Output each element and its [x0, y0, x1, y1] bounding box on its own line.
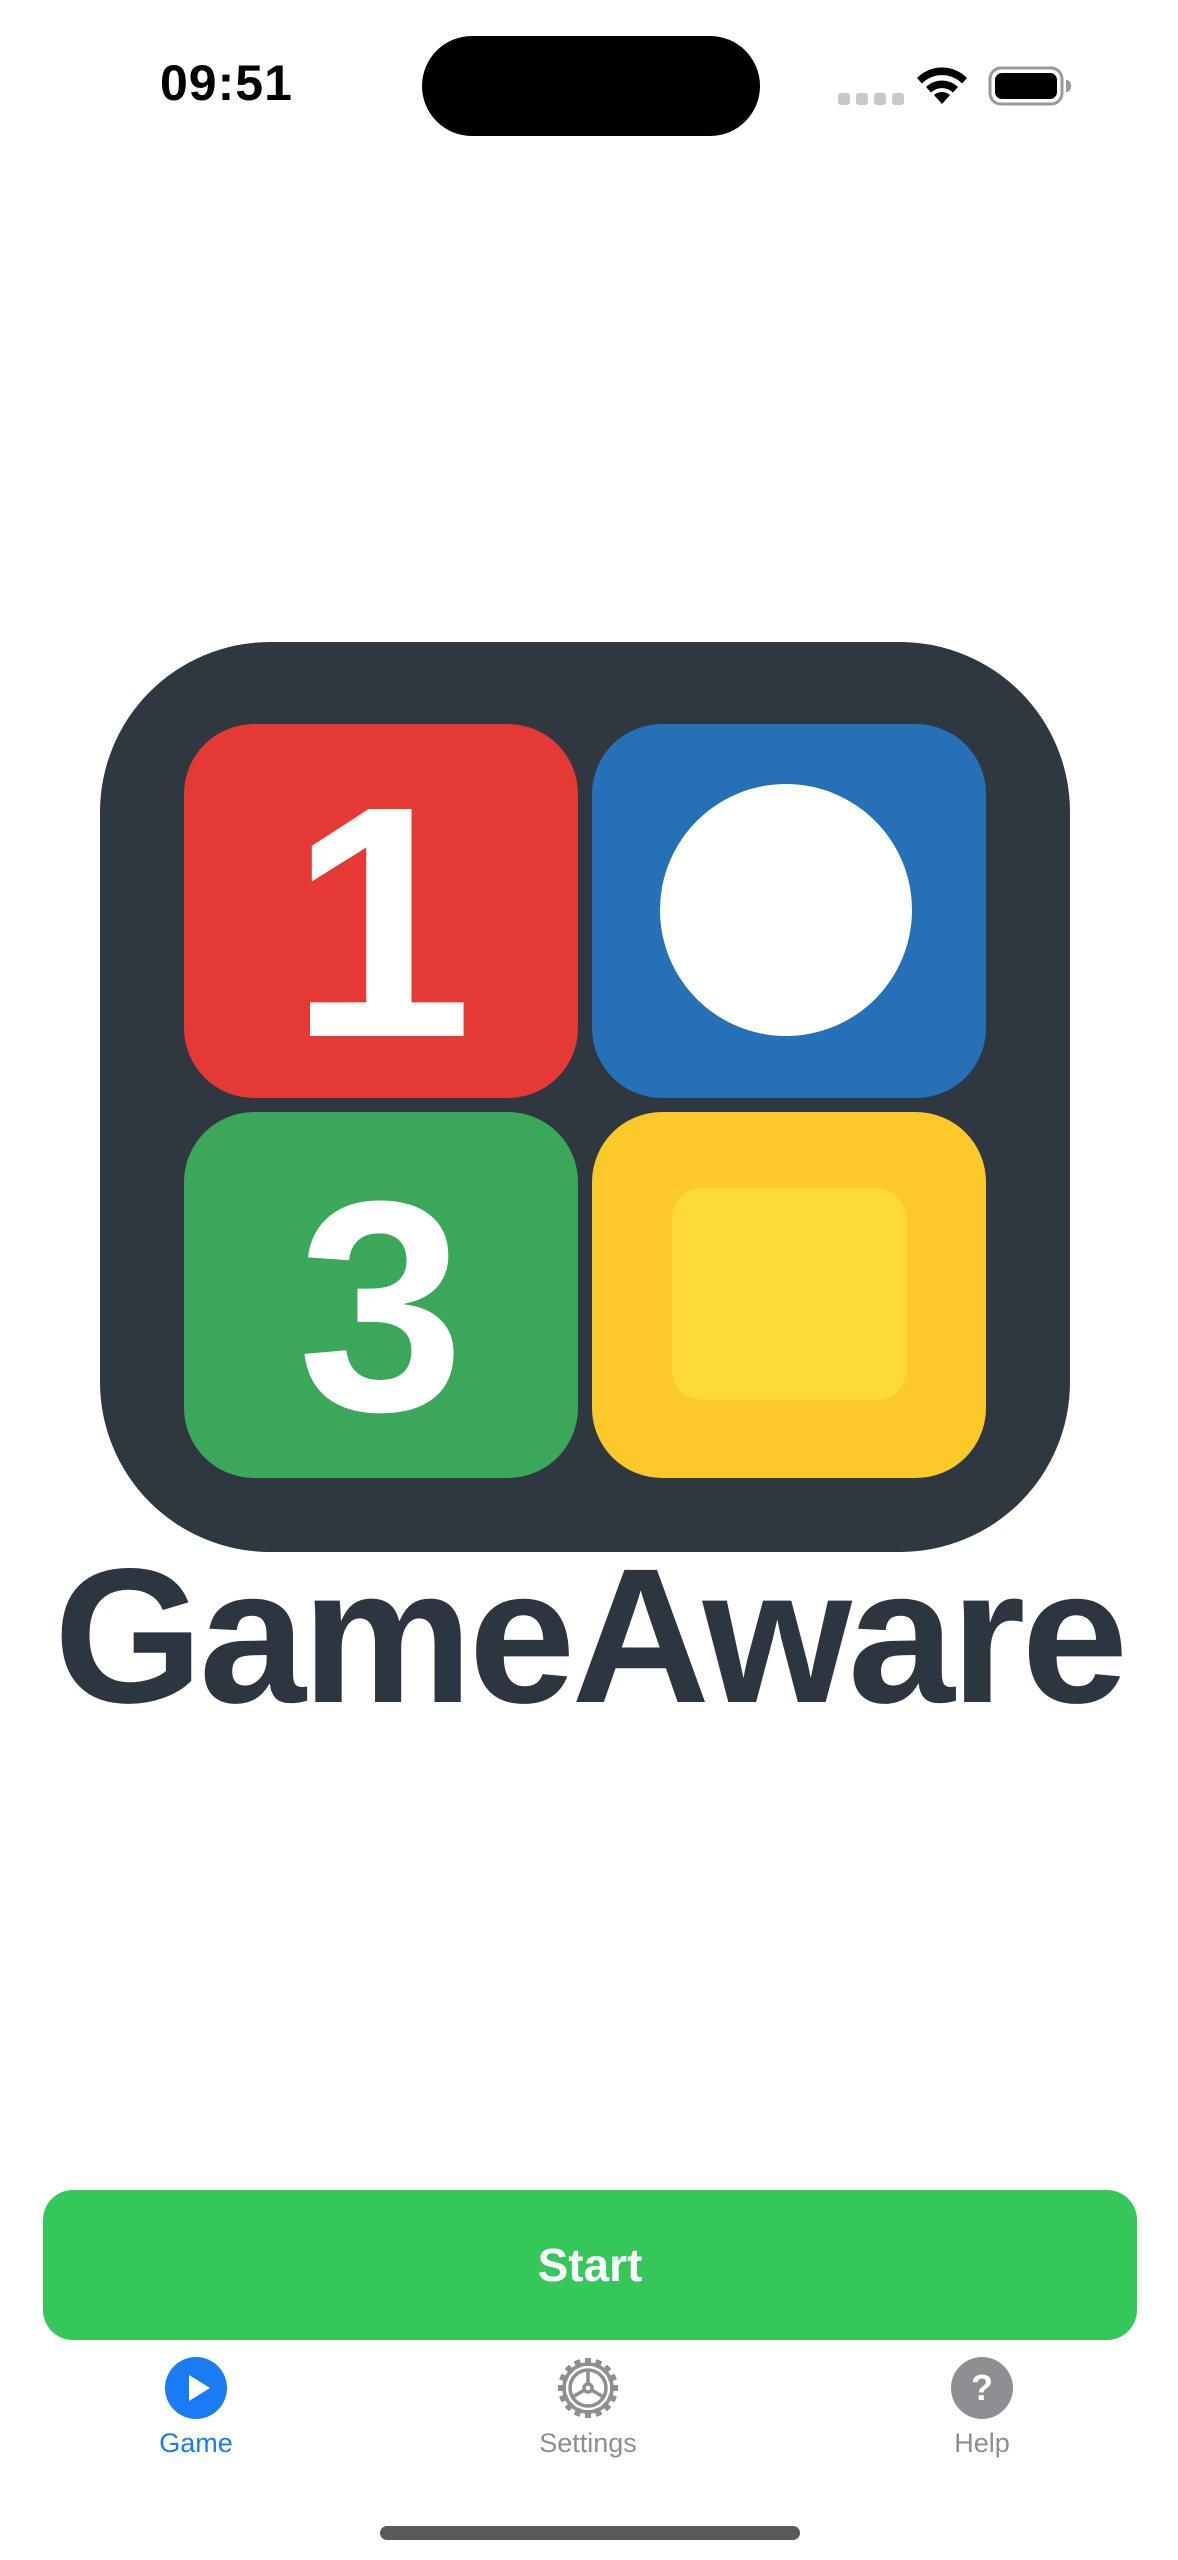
game-screen: 09:51 1 3 GameAware Start Game Settings …	[0, 0, 1178, 2560]
home-indicator[interactable]	[380, 2526, 800, 2540]
logo-number-3: 3	[298, 1138, 465, 1474]
tab-game[interactable]: Game	[86, 2356, 306, 2459]
wifi-icon	[917, 67, 967, 104]
tab-help-label: Help	[954, 2428, 1010, 2458]
logo-circle	[660, 784, 912, 1036]
app-name-title: GameAware	[53, 1528, 1128, 1743]
question-circle-icon: ?	[951, 2357, 1013, 2419]
status-time: 09:51	[160, 55, 293, 111]
tab-game-label: Game	[159, 2428, 233, 2458]
cellular-signal-icon	[838, 93, 904, 105]
svg-text:?: ?	[971, 2367, 993, 2408]
tab-help[interactable]: ? Help	[872, 2356, 1092, 2459]
tab-settings[interactable]: Settings	[478, 2356, 698, 2459]
start-button[interactable]: Start	[43, 2190, 1137, 2340]
tab-settings-label: Settings	[539, 2428, 637, 2458]
logo-number-1: 1	[289, 737, 473, 1106]
battery-icon	[988, 66, 1071, 106]
app-logo: 1 3	[100, 642, 1070, 1552]
dynamic-island	[422, 36, 760, 136]
logo-inner-square	[672, 1188, 906, 1400]
play-circle-icon	[165, 2357, 227, 2419]
gear-icon	[558, 2358, 618, 2418]
